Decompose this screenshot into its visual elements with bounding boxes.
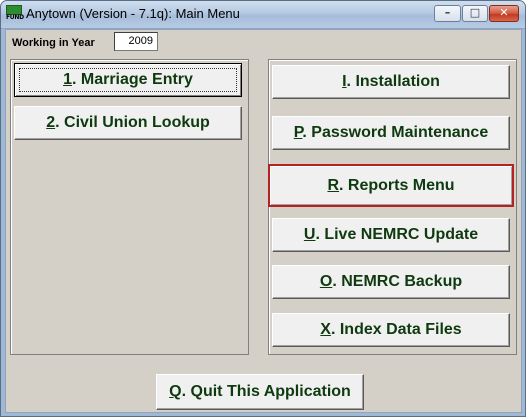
left-button-panel	[10, 59, 249, 355]
main-window: FUND Anytown (Version - 7.1q): Main Menu…	[0, 0, 526, 417]
live-nemrc-update-button[interactable]: U. Live NEMRC Update	[272, 218, 510, 252]
nemrc-backup-hotkey: O	[319, 273, 333, 290]
installation-button[interactable]: I. Installation	[272, 65, 510, 99]
quit-application-button[interactable]: Q. Quit This Application	[156, 374, 364, 410]
civil-union-lookup-label: . Civil Union Lookup	[55, 114, 210, 131]
nemrc-backup-label: . NEMRC Backup	[332, 273, 463, 290]
live-nemrc-update-hotkey: U	[303, 226, 316, 243]
marriage-entry-label: . Marriage Entry	[71, 71, 193, 88]
installation-label: . Installation	[346, 73, 440, 90]
reports-menu-label: . Reports Menu	[339, 177, 455, 194]
fund-icon-text: FUND	[6, 14, 24, 21]
title-bar[interactable]: FUND Anytown (Version - 7.1q): Main Menu…	[1, 1, 525, 29]
index-data-files-label: . Index Data Files	[330, 321, 462, 338]
marriage-entry-hotkey: 1	[63, 71, 72, 88]
index-data-files-hotkey: X	[320, 321, 331, 338]
civil-union-lookup-button[interactable]: 2. Civil Union Lookup	[14, 106, 242, 140]
civil-union-lookup-hotkey: 2	[46, 114, 56, 131]
close-button[interactable]: ✕	[489, 5, 519, 22]
nemrc-backup-button[interactable]: O. NEMRC Backup	[272, 265, 510, 299]
working-year-label: Working in Year	[12, 37, 95, 49]
live-nemrc-update-label: . Live NEMRC Update	[315, 226, 479, 243]
maximize-icon: □	[469, 6, 481, 19]
quit-application-hotkey: Q	[169, 383, 182, 400]
reports-menu-hotkey: R	[327, 177, 339, 194]
minimize-button[interactable]: –	[434, 5, 461, 22]
main-menu-form: Working in Year 2009 1. Marriage Entry 2…	[5, 29, 522, 413]
window-title: Anytown (Version - 7.1q): Main Menu	[26, 6, 240, 21]
quit-application-label: . Quit This Application	[181, 383, 351, 400]
marriage-entry-button[interactable]: 1. Marriage Entry	[14, 63, 242, 97]
right-button-panel	[268, 59, 517, 355]
minimize-icon: –	[444, 6, 451, 19]
working-year-field[interactable]: 2009	[114, 32, 158, 51]
fund-app-icon[interactable]: FUND	[6, 5, 24, 22]
reports-menu-button[interactable]: R. Reports Menu	[268, 164, 514, 207]
maximize-button[interactable]: □	[462, 5, 488, 22]
password-maintenance-button[interactable]: P. Password Maintenance	[272, 116, 510, 150]
password-maintenance-label: . Password Maintenance	[302, 124, 489, 141]
close-icon: ✕	[499, 6, 509, 19]
index-data-files-button[interactable]: X. Index Data Files	[272, 313, 510, 347]
